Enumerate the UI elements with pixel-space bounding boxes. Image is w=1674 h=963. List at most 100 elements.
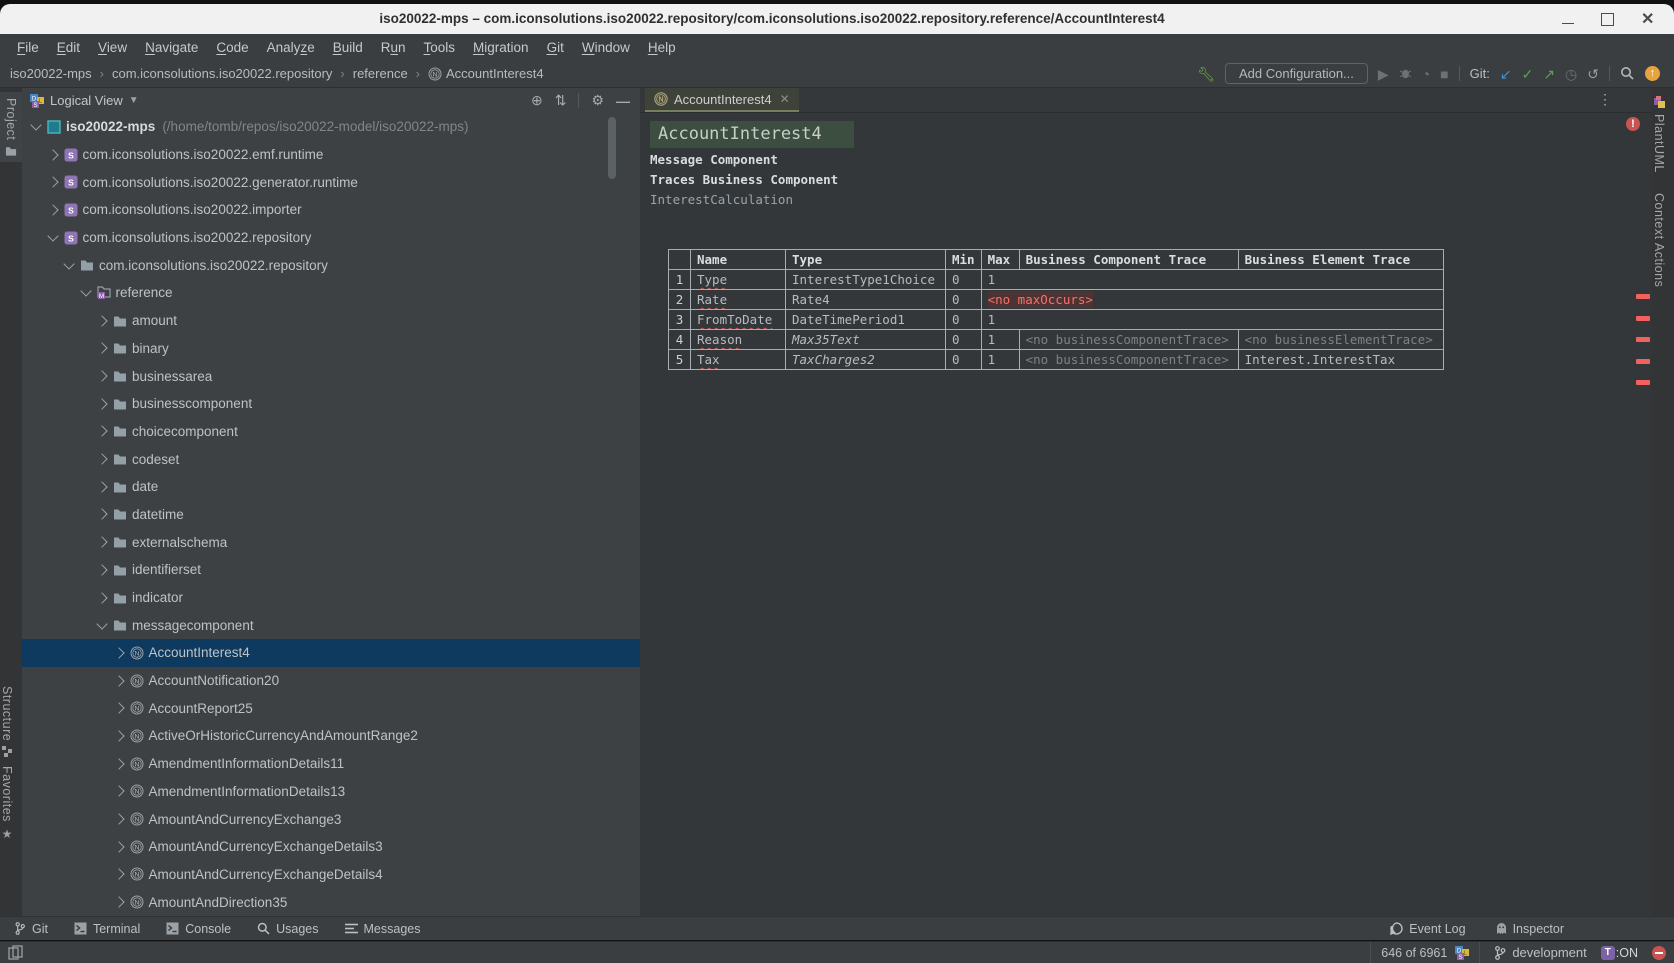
- error-stripe-mark[interactable]: [1636, 337, 1650, 342]
- tree-item-externalschema[interactable]: externalschema: [22, 528, 640, 556]
- chevron-right-icon[interactable]: [96, 426, 107, 437]
- table-cell[interactable]: 0: [946, 330, 982, 350]
- chevron-right-icon[interactable]: [113, 896, 124, 907]
- update-available-badge[interactable]: ↑: [1645, 66, 1660, 81]
- chevron-right-icon[interactable]: [113, 675, 124, 686]
- chevron-right-icon[interactable]: [96, 343, 107, 354]
- errors-found-badge[interactable]: !: [1626, 117, 1640, 131]
- editor-tab-accountinterest4[interactable]: N AccountInterest4 ✕: [645, 88, 799, 112]
- error-stripe-mark[interactable]: [1636, 316, 1650, 321]
- tree-item-choicecomponent[interactable]: choicecomponent: [22, 418, 640, 446]
- tree-item-indicator[interactable]: indicator: [22, 584, 640, 612]
- chevron-right-icon[interactable]: [113, 841, 124, 852]
- tree-item-date[interactable]: date: [22, 473, 640, 501]
- chevron-right-icon[interactable]: [113, 758, 124, 769]
- table-cell[interactable]: 1: [981, 350, 1019, 370]
- search-icon[interactable]: [1620, 66, 1635, 81]
- table-cell[interactable]: TaxCharges2: [786, 350, 946, 370]
- tab-options-kebab-icon[interactable]: ⋮: [1598, 91, 1612, 108]
- breadcrumb-item[interactable]: reference: [353, 66, 408, 81]
- tool-tab-project[interactable]: Project: [0, 92, 22, 162]
- table-cell[interactable]: 1: [981, 310, 1443, 330]
- chevron-down-icon[interactable]: ▼: [129, 95, 139, 106]
- build-wrench-icon[interactable]: 🔧︎: [1197, 67, 1215, 81]
- git-branch-widget[interactable]: development: [1494, 945, 1586, 960]
- tool-button-console[interactable]: Console: [166, 922, 231, 936]
- table-cell[interactable]: Rate: [691, 290, 786, 310]
- menu-git[interactable]: Git: [538, 40, 573, 55]
- tree-item-com.iconsolutions.iso20022.importer[interactable]: Scom.iconsolutions.iso20022.importer: [22, 196, 640, 224]
- tree-item-businesscomponent[interactable]: businesscomponent: [22, 390, 640, 418]
- minimize-button[interactable]: [1562, 15, 1574, 24]
- table-cell[interactable]: 0: [946, 310, 982, 330]
- error-stripe-mark[interactable]: [1636, 380, 1650, 385]
- tree-item-com.iconsolutions.iso20022.repository[interactable]: Scom.iconsolutions.iso20022.repository: [22, 224, 640, 252]
- tree-item-com.iconsolutions.iso20022.emf.runtime[interactable]: Scom.iconsolutions.iso20022.emf.runtime: [22, 141, 640, 169]
- breadcrumb-item[interactable]: NAccountInterest4: [428, 66, 544, 81]
- close-button[interactable]: ✕: [1641, 13, 1654, 26]
- tool-button-usages[interactable]: Usages: [257, 922, 318, 936]
- debug-bug-icon[interactable]: [1399, 67, 1412, 80]
- menu-navigate[interactable]: Navigate: [136, 40, 207, 55]
- menu-build[interactable]: Build: [324, 40, 372, 55]
- tree-item-businessarea[interactable]: businessarea: [22, 362, 640, 390]
- chevron-right-icon[interactable]: [96, 481, 107, 492]
- menu-view[interactable]: View: [89, 40, 136, 55]
- tree-item-amendmentinformationdetails11[interactable]: NAmendmentInformationDetails11: [22, 750, 640, 778]
- chevron-right-icon[interactable]: [96, 453, 107, 464]
- chevron-right-icon[interactable]: [96, 564, 107, 575]
- tree-item-amount[interactable]: amount: [22, 307, 640, 335]
- tree-item-amountandcurrencyexchangedetails4[interactable]: NAmountAndCurrencyExchangeDetails4: [22, 861, 640, 889]
- tool-button-event-log[interactable]: Event Log: [1390, 922, 1465, 936]
- table-cell[interactable]: InterestType1Choice: [786, 270, 946, 290]
- tree-item-codeset[interactable]: codeset: [22, 445, 640, 473]
- chevron-down-icon[interactable]: [63, 258, 74, 269]
- table-cell[interactable]: 0: [946, 290, 982, 310]
- chevron-right-icon[interactable]: [47, 177, 58, 188]
- view-selector[interactable]: Logical View: [50, 93, 123, 108]
- table-cell[interactable]: FromToDate: [691, 310, 786, 330]
- tree-item-identifierset[interactable]: identifierset: [22, 556, 640, 584]
- tool-tab-context-actions[interactable]: Context Actions: [1652, 193, 1666, 287]
- table-cell[interactable]: Tax: [691, 350, 786, 370]
- tool-tab-plantuml[interactable]: PlantUML: [1652, 96, 1666, 173]
- chevron-down-icon[interactable]: [80, 286, 91, 297]
- collapse-all-icon[interactable]: ⇅: [555, 92, 567, 109]
- chevron-down-icon[interactable]: [96, 618, 107, 629]
- tree-item-amountanddirection35[interactable]: NAmountAndDirection35: [22, 888, 640, 916]
- tool-button-git[interactable]: Git: [14, 922, 48, 936]
- chevron-right-icon[interactable]: [113, 813, 124, 824]
- tree-item-binary[interactable]: binary: [22, 335, 640, 363]
- chevron-right-icon[interactable]: [47, 204, 58, 215]
- menu-edit[interactable]: Edit: [48, 40, 89, 55]
- git-push-icon[interactable]: ↗: [1543, 67, 1555, 81]
- table-cell[interactable]: 1: [981, 270, 1443, 290]
- table-cell[interactable]: <no businessElementTrace>: [1238, 330, 1443, 350]
- gear-icon[interactable]: ⚙: [591, 92, 604, 109]
- table-cell[interactable]: <no maxOccurs>: [981, 290, 1443, 310]
- hide-panel-icon[interactable]: —: [616, 93, 630, 109]
- table-cell[interactable]: Interest.InterestTax: [1238, 350, 1443, 370]
- chevron-right-icon[interactable]: [113, 703, 124, 714]
- tool-button-messages[interactable]: Messages: [345, 922, 421, 936]
- tree-item-reference[interactable]: Mreference: [22, 279, 640, 307]
- chevron-right-icon[interactable]: [96, 536, 107, 547]
- stop-icon[interactable]: ■: [1440, 67, 1448, 81]
- menu-window[interactable]: Window: [573, 40, 639, 55]
- editor-node-title[interactable]: AccountInterest4: [650, 121, 854, 148]
- menu-code[interactable]: Code: [207, 40, 257, 55]
- chevron-right-icon[interactable]: [96, 370, 107, 381]
- table-cell[interactable]: Type: [691, 270, 786, 290]
- error-stripe-mark[interactable]: [1636, 359, 1650, 364]
- menu-help[interactable]: Help: [639, 40, 685, 55]
- tree-item-accountreport25[interactable]: NAccountReport25: [22, 694, 640, 722]
- table-cell[interactable]: <no businessComponentTrace>: [1019, 330, 1238, 350]
- table-cell[interactable]: Reason: [691, 330, 786, 350]
- table-cell[interactable]: 0: [946, 270, 982, 290]
- tree-item-datetime[interactable]: datetime: [22, 501, 640, 529]
- tab-close-icon[interactable]: ✕: [780, 92, 790, 106]
- tool-button-inspector[interactable]: Inspector: [1496, 922, 1564, 936]
- error-stripe-mark[interactable]: [1636, 294, 1650, 299]
- tree-item-amountandcurrencyexchangedetails3[interactable]: NAmountAndCurrencyExchangeDetails3: [22, 833, 640, 861]
- tree-item-accountnotification20[interactable]: NAccountNotification20: [22, 667, 640, 695]
